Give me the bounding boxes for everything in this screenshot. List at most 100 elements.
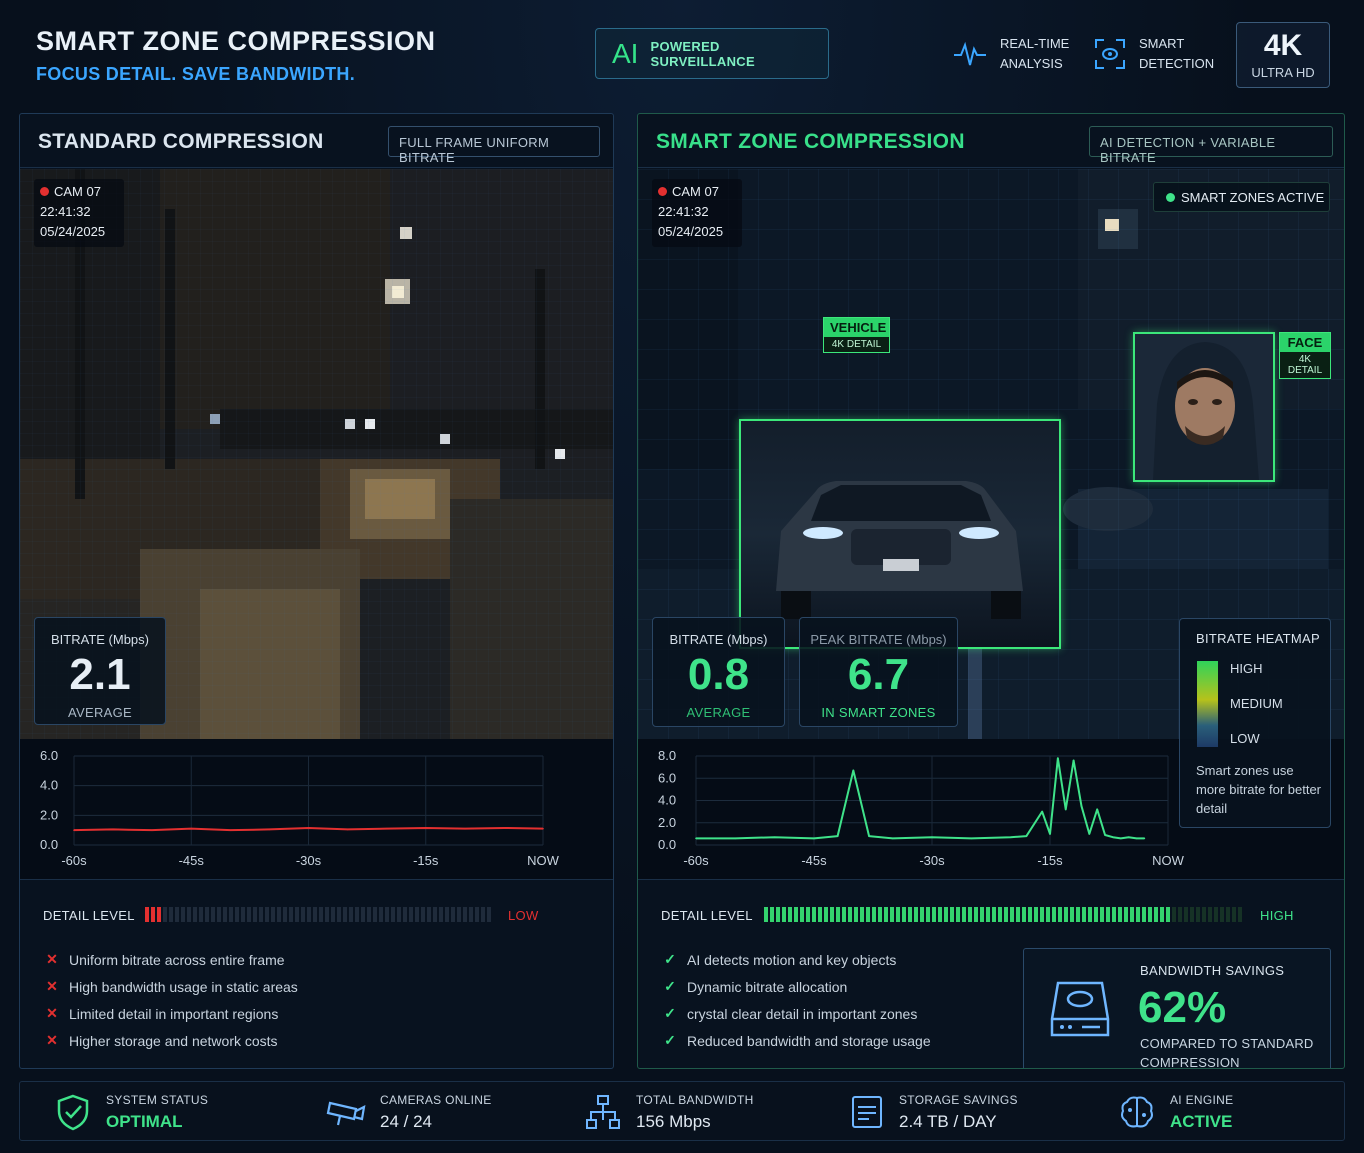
brain-icon (1121, 1096, 1153, 1128)
meter-cell (1202, 907, 1206, 922)
meter-cell (385, 907, 389, 922)
vehicle-image (776, 481, 1023, 619)
data-point (734, 837, 737, 840)
meter-cell (1232, 907, 1236, 922)
meter-cell (1022, 907, 1026, 922)
standard-compression-panel: STANDARD COMPRESSION FULL FRAME UNIFORM … (19, 113, 614, 1069)
camera-time: 22:41:32 (658, 204, 709, 219)
meter-cell (445, 907, 449, 922)
meter-cell (151, 907, 155, 922)
meter-cell (968, 907, 972, 922)
data-point (1096, 808, 1098, 811)
bitrate-chart-standard: 6.0 4.0 2.0 0.0 -60s -45s -30s -15s NOW (20, 739, 613, 879)
vehicle-tag-detail: 4K DETAIL (824, 337, 889, 352)
meter-cell (247, 907, 251, 922)
feature-smart-detection: SMART DETECTION (1093, 34, 1214, 74)
heatmap-low: LOW (1230, 731, 1260, 746)
detail-level-meter (764, 907, 1242, 922)
face-image (1153, 342, 1259, 480)
storage-drive-icon (1050, 981, 1110, 1037)
meter-cell (337, 907, 341, 922)
y-tick-label: 4.0 (658, 793, 676, 808)
data-point (424, 827, 427, 829)
meter-cell (908, 907, 912, 922)
meter-cell (301, 907, 305, 922)
pulse-icon (954, 41, 986, 66)
meter-cell (451, 907, 455, 922)
face-zone[interactable] (1133, 332, 1275, 482)
data-point (1009, 836, 1012, 839)
heatmap-medium: MEDIUM (1230, 696, 1283, 711)
meter-cell (1124, 907, 1128, 922)
bullet-text: Dynamic bitrate allocation (687, 978, 848, 995)
data-point (385, 827, 388, 830)
vehicle-zone[interactable] (739, 419, 1061, 649)
panel-title: STANDARD COMPRESSION (38, 130, 324, 153)
meter-cell (1166, 907, 1170, 922)
data-point (1112, 836, 1114, 839)
meter-cell (1094, 907, 1098, 922)
data-point (190, 827, 193, 830)
meter-cell (866, 907, 870, 922)
meter-cell (367, 907, 371, 922)
meter-cell (818, 907, 822, 922)
meter-cell (409, 907, 413, 922)
data-point (891, 837, 894, 840)
data-point (268, 828, 271, 831)
meter-cell (1052, 907, 1056, 922)
y-tick-label: 8.0 (658, 748, 676, 763)
meter-cell (1028, 907, 1032, 922)
meter-cell (782, 907, 786, 922)
list-item: ✕ Higher storage and network costs (45, 1027, 298, 1054)
meter-cell (920, 907, 924, 922)
data-point (542, 827, 544, 830)
meter-cell (433, 907, 437, 922)
camera-info: CAM 07 22:41:32 05/24/2025 (34, 179, 124, 247)
heatmap-title: BITRATE HEATMAP (1196, 631, 1320, 646)
data-point (813, 837, 815, 840)
bitrate-label: BITRATE (Mbps) (51, 632, 149, 647)
footer-label: TOTAL BANDWIDTH (636, 1092, 754, 1107)
meter-cell (265, 907, 269, 922)
meter-cell (1088, 907, 1092, 922)
meter-cell (800, 907, 804, 922)
meter-cell (403, 907, 407, 922)
x-tick-label: -15s (413, 853, 439, 868)
meter-cell (277, 907, 281, 922)
meter-cell (235, 907, 239, 922)
data-point (346, 828, 349, 831)
footer-bandwidth: TOTAL BANDWIDTH 156 Mbps (584, 1082, 754, 1142)
detail-section: DETAIL LEVEL HIGH ✓ AI detects motion and… (638, 879, 1344, 1068)
meter-cell (487, 907, 491, 922)
meter-cell (187, 907, 191, 922)
meter-cell (397, 907, 401, 922)
x-icon: ✕ (46, 1032, 58, 1048)
bullet-text: Uniform bitrate across entire frame (69, 951, 285, 968)
x-tick-label: -45s (179, 853, 205, 868)
meter-cell (1016, 907, 1020, 922)
meter-cell (860, 907, 864, 922)
meter-cell (199, 907, 203, 922)
meter-cell (848, 907, 852, 922)
x-tick-label: -30s (296, 853, 322, 868)
meter-cell (944, 907, 948, 922)
footer-value: 24 / 24 (380, 1111, 432, 1131)
footer-system-status: SYSTEM STATUS OPTIMAL (54, 1082, 208, 1142)
meter-cell (950, 907, 954, 922)
data-point (503, 827, 505, 829)
bitrate-label: BITRATE (Mbps) (669, 632, 768, 647)
footer-value: OPTIMAL (106, 1111, 183, 1131)
check-icon: ✓ (664, 1032, 676, 1048)
meter-cell (938, 907, 942, 922)
meter-cell (319, 907, 323, 922)
data-point (1057, 757, 1059, 760)
camera-feed-standard[interactable]: CAM 07 22:41:32 05/24/2025 BITRATE (Mbps… (20, 169, 613, 739)
meter-cell (283, 907, 287, 922)
bitrate-caption: AVERAGE (686, 705, 751, 720)
detail-level-value: LOW (508, 908, 539, 923)
heatmap-high: HIGH (1230, 661, 1263, 676)
vehicle-tag-label: VEHICLE (824, 318, 889, 337)
meter-cell (986, 907, 990, 922)
x-icon: ✕ (46, 951, 58, 967)
storage-icon (852, 1096, 882, 1128)
